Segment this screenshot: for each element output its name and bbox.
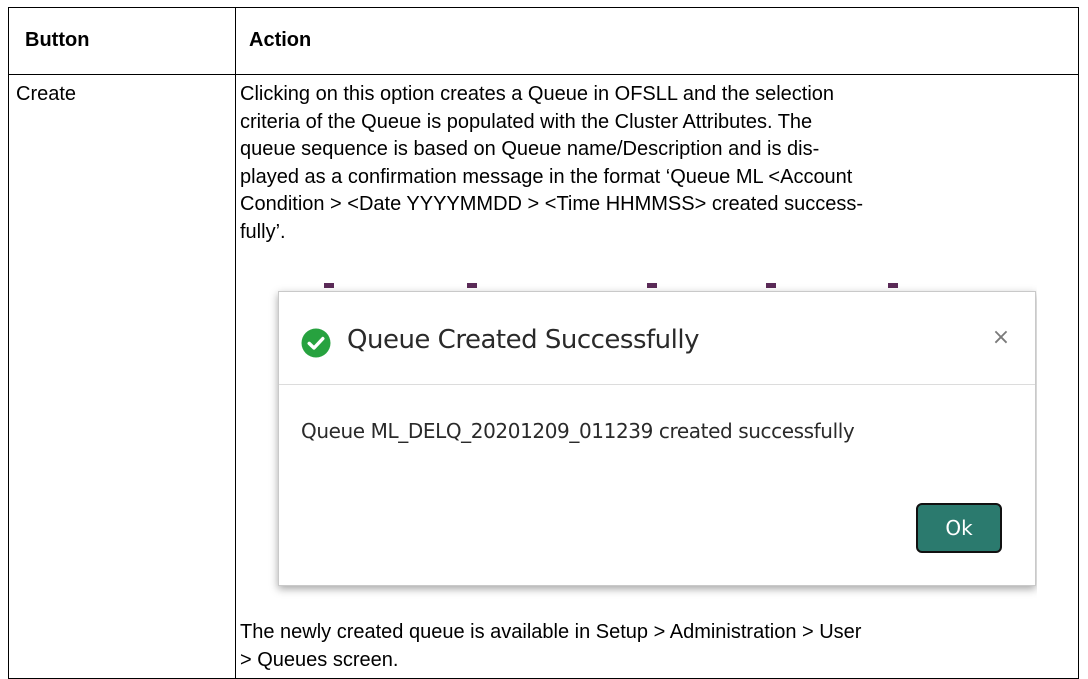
backdrop-mark <box>766 283 776 288</box>
note-line: > Queues screen. <box>240 648 399 671</box>
backdrop-mark <box>467 283 477 288</box>
action-description: Clicking on this option creates a Queue … <box>240 81 1040 247</box>
check-circle-icon <box>301 328 331 358</box>
description-line: Clicking on this option creates a Queue … <box>240 83 835 105</box>
ok-button[interactable]: Ok <box>916 503 1002 553</box>
description-line: Condition > <Date YYYYMMDD > <Time HHMMS… <box>240 193 864 216</box>
dialog-message: Queue ML_DELQ_20201209_011239 created su… <box>301 419 855 443</box>
dialog-screenshot: Queue Created Successfully × Queue ML_DE… <box>266 283 1037 609</box>
button-name-cell: Create <box>16 83 77 105</box>
description-line: queue sequence is based on Queue name/De… <box>240 138 820 161</box>
availability-note: The newly created queue is available in … <box>240 619 1060 674</box>
column-header-action: Action <box>249 29 312 51</box>
note-line: The newly created queue is available in … <box>240 621 862 643</box>
backdrop-mark <box>647 283 657 288</box>
description-line: played as a confirmation message in the … <box>240 165 853 188</box>
header-divider <box>9 74 1078 75</box>
dialog-title: Queue Created Successfully <box>347 325 699 355</box>
column-divider <box>235 8 236 678</box>
backdrop-mark <box>888 283 898 288</box>
dialog-header: Queue Created Successfully × <box>279 292 1035 385</box>
column-header-button: Button <box>25 29 90 51</box>
backdrop-mark <box>324 283 334 288</box>
success-dialog: Queue Created Successfully × Queue ML_DE… <box>278 291 1036 586</box>
description-line: fully’. <box>240 220 286 243</box>
description-line: criteria of the Queue is populated with … <box>240 110 813 133</box>
close-icon[interactable]: × <box>991 326 1011 350</box>
backdrop-strip <box>266 283 1037 291</box>
